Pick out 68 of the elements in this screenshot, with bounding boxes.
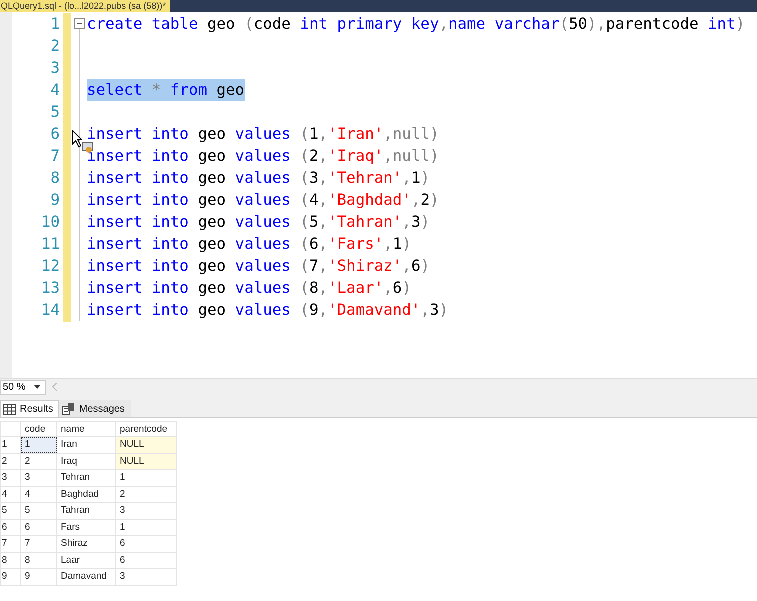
caret-icon bbox=[34, 385, 41, 389]
row-number: 7 bbox=[0, 536, 20, 552]
line-number: 8 bbox=[50, 169, 60, 187]
row-number: 5 bbox=[0, 502, 20, 519]
code-line: insert into geo values (2,'Iraq',null) bbox=[87, 146, 440, 167]
line-number: 5 bbox=[50, 103, 60, 121]
line-number: 13 bbox=[40, 279, 60, 297]
code-line: insert into geo values (5,'Tahran',3) bbox=[87, 212, 430, 233]
grid-icon bbox=[3, 404, 16, 414]
line-number: 7 bbox=[50, 147, 60, 165]
results-tab[interactable]: Results bbox=[0, 400, 60, 417]
results-tab[interactable]: Messages bbox=[59, 400, 131, 417]
table-cell: Iraq bbox=[56, 453, 116, 470]
table-cell: 2 bbox=[20, 453, 56, 470]
code-line: insert into geo values (1,'Iran',null) bbox=[87, 124, 440, 145]
code-line: insert into geo values (8,'Laar',6) bbox=[87, 278, 412, 299]
code-line: insert into geo values (6,'Fars',1) bbox=[87, 234, 412, 255]
table-cell: 6 bbox=[116, 552, 176, 568]
zoom-dropdown[interactable]: 50 % bbox=[0, 380, 46, 394]
table-cell: 6 bbox=[116, 536, 176, 552]
table-cell: Iran bbox=[56, 436, 116, 453]
line-number: 1 bbox=[50, 15, 60, 33]
line-number: 11 bbox=[40, 235, 60, 253]
table-cell: 4 bbox=[20, 486, 56, 502]
column-header[interactable]: name bbox=[56, 422, 116, 436]
document-icon bbox=[62, 403, 76, 415]
table-cell: Damavand bbox=[56, 568, 116, 585]
table-cell: 2 bbox=[116, 486, 176, 502]
row-number: 6 bbox=[0, 519, 20, 536]
table-cell: 1 bbox=[20, 436, 56, 453]
table-cell: Baghdad bbox=[56, 486, 116, 502]
document-tab[interactable]: QLQuery1.sql - (lo...l2022.pubs (sa (58))* bbox=[0, 0, 170, 12]
table-cell: 3 bbox=[116, 502, 176, 519]
table-cell: 6 bbox=[20, 519, 56, 536]
row-number: 3 bbox=[0, 470, 20, 486]
code-line: insert into geo values (4,'Baghdad',2) bbox=[87, 190, 440, 211]
line-number: 14 bbox=[40, 301, 60, 319]
code-line: insert into geo values (3,'Tehran',1) bbox=[87, 168, 430, 189]
row-number: 2 bbox=[0, 453, 20, 470]
line-number: 3 bbox=[50, 59, 60, 77]
line-number: 2 bbox=[50, 37, 60, 55]
line-number: 9 bbox=[50, 191, 60, 209]
table-cell: 5 bbox=[20, 502, 56, 519]
line-number: 12 bbox=[40, 257, 60, 275]
table-cell: Tehran bbox=[56, 470, 116, 486]
table-cell: NULL bbox=[116, 436, 176, 453]
table-cell: 3 bbox=[116, 568, 176, 585]
table-cell: 3 bbox=[20, 470, 56, 486]
table-cell: Fars bbox=[56, 519, 116, 536]
line-number: 4 bbox=[50, 81, 60, 99]
line-number: 10 bbox=[40, 213, 60, 231]
row-number: 8 bbox=[0, 552, 20, 568]
table-cell: 9 bbox=[20, 568, 56, 585]
table-cell: 1 bbox=[116, 470, 176, 486]
table-cell: 1 bbox=[116, 519, 176, 536]
line-number: 6 bbox=[50, 125, 60, 143]
row-number: 9 bbox=[0, 568, 20, 585]
table-cell: Laar bbox=[56, 552, 116, 568]
code-line: create table geo (code int primary key,name varchar(50),parentcode int) bbox=[87, 14, 746, 35]
table-cell: Shiraz bbox=[56, 536, 116, 552]
row-number: 4 bbox=[0, 486, 20, 502]
table-cell: Tahran bbox=[56, 502, 116, 519]
table-cell: 8 bbox=[20, 552, 56, 568]
collapse-icon[interactable] bbox=[74, 18, 84, 29]
table-cell: 7 bbox=[20, 536, 56, 552]
code-line: insert into geo values (7,'Shiraz',6) bbox=[87, 256, 430, 277]
code-line: insert into geo values (9,'Damavand',3) bbox=[87, 300, 449, 321]
table-cell: NULL bbox=[116, 453, 176, 470]
